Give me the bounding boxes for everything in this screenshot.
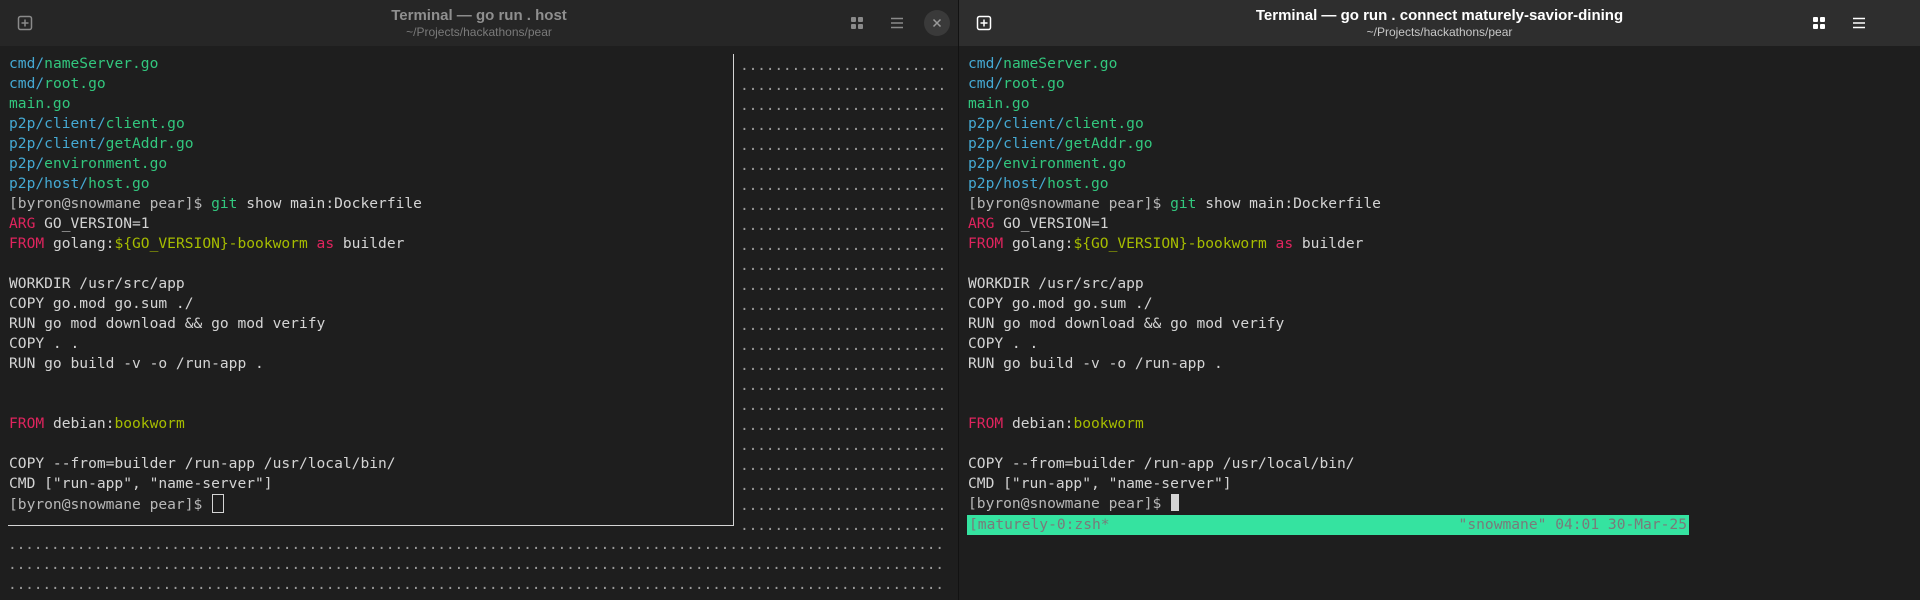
dockerfile-line: WORKDIR /usr/src/app — [968, 275, 1144, 292]
grid-icon — [851, 17, 863, 29]
dockerfile-line: FROM debian:bookworm — [9, 415, 185, 432]
dockerfile-line: FROM golang:${GO_VERSION}-bookworm as bu… — [9, 235, 405, 252]
dockerfile-line: COPY --from=builder /run-app /usr/local/… — [968, 455, 1355, 472]
tmux-pane-filler-bottom: ........................................… — [8, 536, 946, 593]
list-item: p2p/host/host.go — [968, 175, 1109, 192]
dockerfile-line: COPY . . — [968, 335, 1039, 352]
list-item: p2p/client/client.go — [9, 115, 185, 132]
terminal-cursor — [212, 494, 225, 513]
list-item: cmd/nameServer.go — [968, 55, 1118, 72]
headerbar: Terminal — go run . host ~/Projects/hack… — [0, 0, 958, 46]
pane-divider-horizontal[interactable] — [8, 525, 734, 526]
dockerfile-line: ARG GO_VERSION=1 — [9, 215, 150, 232]
command-line: [byron@snowmane pear]$ git show main:Doc… — [9, 195, 422, 212]
window-title: Terminal — go run . connect maturely-sav… — [1255, 6, 1624, 24]
window-subtitle: ~/Projects/hackathons/pear — [1366, 24, 1513, 39]
hamburger-menu-icon — [1853, 17, 1865, 29]
hamburger-menu-icon — [891, 17, 903, 29]
dockerfile-line: RUN go mod download && go mod verify — [968, 315, 1285, 332]
dockerfile-line: CMD ["run-app", "name-server"] — [968, 475, 1232, 492]
list-item: p2p/host/host.go — [9, 175, 150, 192]
dockerfile-line: ARG GO_VERSION=1 — [968, 215, 1109, 232]
dockerfile-line: CMD ["run-app", "name-server"] — [9, 475, 273, 492]
dockerfile-line: COPY --from=builder /run-app /usr/local/… — [9, 455, 396, 472]
dockerfile-line: FROM golang:${GO_VERSION}-bookworm as bu… — [968, 235, 1364, 252]
status-session[interactable]: [maturely-0:zsh* — [969, 515, 1110, 535]
tmux-pane-filler-right: ........................................… — [740, 57, 946, 534]
terminal-window-connect: Terminal — go run . connect maturely-sav… — [959, 0, 1920, 600]
list-item: cmd/root.go — [968, 75, 1065, 92]
list-item: p2p/environment.go — [968, 155, 1127, 172]
dockerfile-line: COPY go.mod go.sum ./ — [968, 295, 1153, 312]
list-item: cmd/root.go — [9, 75, 106, 92]
new-tab-button[interactable] — [967, 6, 1001, 40]
list-item: main.go — [9, 95, 71, 112]
list-item: p2p/client/getAddr.go — [9, 135, 194, 152]
dockerfile-line: WORKDIR /usr/src/app — [9, 275, 185, 292]
terminal-output[interactable]: cmd/nameServer.go cmd/root.go main.go p2… — [0, 46, 958, 600]
terminal-cursor — [1171, 494, 1180, 511]
list-item: p2p/client/client.go — [968, 115, 1144, 132]
grid-icon — [1813, 17, 1825, 29]
main-menu-button[interactable] — [1842, 6, 1876, 40]
window-subtitle: ~/Projects/hackathons/pear — [406, 24, 552, 39]
list-item: main.go — [968, 95, 1030, 112]
dockerfile-line: COPY go.mod go.sum ./ — [9, 295, 194, 312]
tab-overview-button[interactable] — [840, 6, 874, 40]
tab-overview-button[interactable] — [1802, 6, 1836, 40]
dockerfile-line: RUN go build -v -o /run-app . — [9, 355, 264, 372]
close-icon — [932, 18, 942, 28]
new-tab-icon — [976, 15, 992, 31]
terminal-window-host: Terminal — go run . host ~/Projects/hack… — [0, 0, 959, 600]
dockerfile-line: RUN go build -v -o /run-app . — [968, 355, 1223, 372]
list-item: p2p/client/getAddr.go — [968, 135, 1153, 152]
new-tab-button[interactable] — [8, 6, 42, 40]
headerbar: Terminal — go run . connect maturely-sav… — [959, 0, 1920, 46]
close-button[interactable] — [924, 10, 950, 36]
prompt-line: [byron@snowmane pear]$ — [9, 494, 225, 514]
new-tab-icon — [17, 15, 33, 31]
window-title: Terminal — go run . host — [391, 6, 567, 24]
command-line: [byron@snowmane pear]$ git show main:Doc… — [968, 195, 1381, 212]
pane-divider-vertical[interactable] — [733, 54, 734, 526]
main-menu-button[interactable] — [880, 6, 914, 40]
terminal-output[interactable]: cmd/nameServer.go cmd/root.go main.go p2… — [959, 46, 1920, 600]
status-host-time: "snowmane" 04:01 30-Mar-25 — [1458, 516, 1687, 533]
dockerfile-line: RUN go mod download && go mod verify — [9, 315, 326, 332]
dockerfile-line: FROM debian:bookworm — [968, 415, 1144, 432]
dockerfile-line: COPY . . — [9, 335, 80, 352]
list-item: cmd/nameServer.go — [9, 55, 159, 72]
prompt-line: [byron@snowmane pear]$ — [968, 494, 1180, 514]
list-item: p2p/environment.go — [9, 155, 168, 172]
tmux-status-bar[interactable]: [maturely-0:zsh* "snowmane" 04:01 30-Mar… — [967, 515, 1689, 535]
